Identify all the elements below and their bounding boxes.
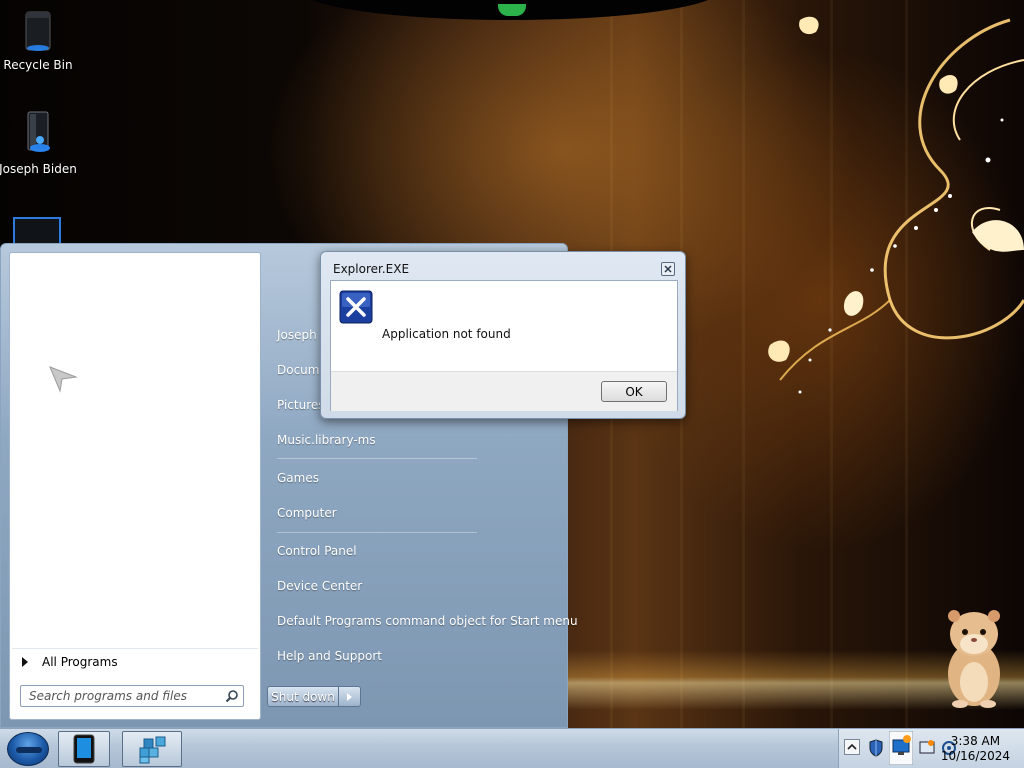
wallpaper-swirl [768,16,1024,394]
menu-separator [277,458,477,459]
desktop-icon-label: Recycle Bin [3,58,73,72]
menu-separator [277,532,477,533]
dialog-message: Application not found [382,327,511,341]
security-shield-icon[interactable] [869,739,883,757]
close-icon [664,265,672,273]
dialog-content: Application not found OK [330,280,678,411]
clock-date: 10/16/2024 [940,749,1010,763]
search-input[interactable] [29,689,219,703]
taskbar: 3:38 AM 10/16/2024 [0,728,1024,768]
all-programs-button[interactable]: All Programs [12,648,258,674]
search-icon[interactable] [225,689,239,703]
dialog-button-bar: OK [331,371,677,411]
shutdown-button[interactable]: Shut down [267,686,339,707]
start-menu-programs-pane: All Programs [9,252,261,720]
error-dialog: Explorer.EXE Application not found OK [320,251,686,419]
start-item-device-center[interactable]: Device Center [277,579,557,593]
show-hidden-icons[interactable] [844,739,860,755]
start-item-computer[interactable]: Computer [277,506,557,520]
recycle-bin-icon [25,11,51,51]
desktop-icon-computer[interactable] [12,214,62,244]
error-x-icon [339,290,373,324]
registry-editor-icon [139,736,166,764]
taskbar-button-tablet-app[interactable] [58,731,110,767]
taskbar-clock[interactable]: 3:38 AM 10/16/2024 [941,734,1010,764]
chevron-right-icon [22,656,28,667]
mouse-cursor-icon [49,366,78,393]
start-search-box[interactable] [20,685,244,707]
tablet-app-icon [73,734,95,764]
computer-icon [13,217,61,244]
hamster-gadget[interactable] [938,604,1008,710]
shutdown-options-button[interactable] [339,686,361,707]
action-center-icon[interactable] [919,739,935,757]
all-programs-label: All Programs [42,654,118,669]
dialog-close-button[interactable] [661,262,675,276]
desktop-icon-recycle-bin[interactable]: Recycle Bin [0,8,78,72]
chevron-right-icon [347,692,352,701]
ok-button[interactable]: OK [601,381,667,402]
desktop-icon-user-folder[interactable]: Joseph Biden [0,110,78,176]
start-item-games[interactable]: Games [277,471,557,485]
user-folder-icon [27,111,50,152]
desktop-icon-label: Joseph Biden [0,162,77,176]
network-icon[interactable] [889,731,913,765]
start-item-help-support[interactable]: Help and Support [277,649,557,663]
dialog-title: Explorer.EXE [333,262,410,276]
taskbar-button-registry-editor[interactable] [122,731,182,767]
start-item-music[interactable]: Music.library-ms [277,433,557,447]
system-tray: 3:38 AM 10/16/2024 [838,729,1024,768]
start-item-default-programs[interactable]: Default Programs command object for Star… [277,614,578,628]
start-button[interactable] [7,732,49,766]
start-item-control-panel[interactable]: Control Panel [277,544,557,558]
shutdown-control: Shut down [267,686,361,707]
clock-time: 3:38 AM [950,734,1001,748]
